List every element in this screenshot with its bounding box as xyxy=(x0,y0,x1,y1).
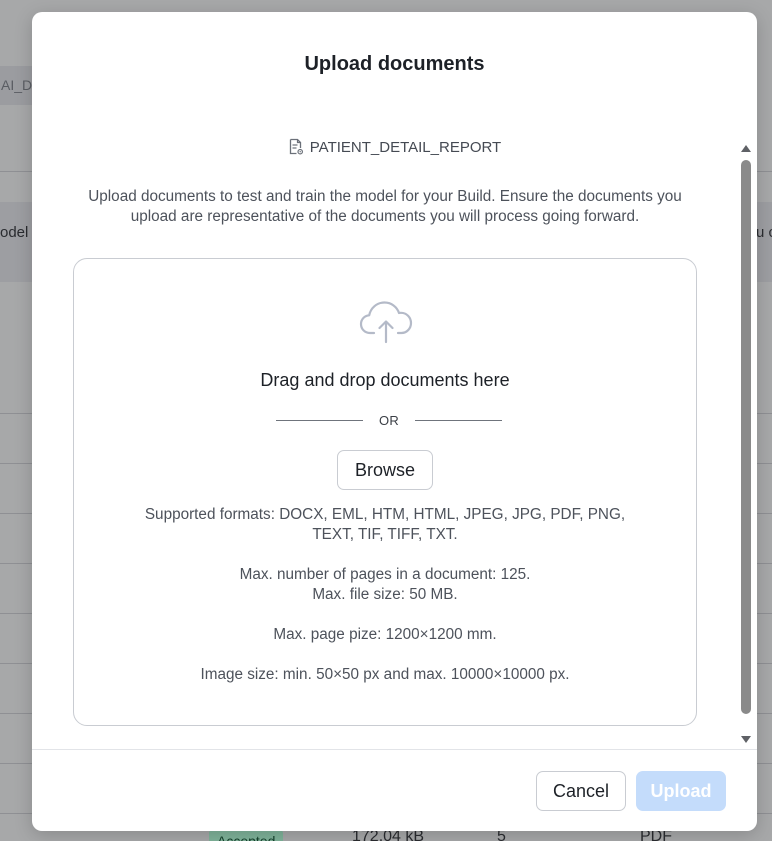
browse-button[interactable]: Browse xyxy=(337,450,433,490)
separator-line xyxy=(276,419,363,421)
cancel-button[interactable]: Cancel xyxy=(536,771,626,811)
footer-divider xyxy=(32,749,757,750)
max-page-size-text: Max. page pize: 1200×1200 mm. xyxy=(273,626,497,643)
background-row-text: odel xyxy=(0,224,29,241)
drop-zone[interactable]: Drag and drop documents here OR Browse S… xyxy=(73,258,697,726)
max-file-size-text: Max. file size: 50 MB. xyxy=(312,586,458,603)
background-row-text-right: u c xyxy=(756,224,772,241)
dialog-title: Upload documents xyxy=(304,53,485,75)
limits-text: Max. number of pages in a document: 125.… xyxy=(134,565,636,605)
upload-button[interactable]: Upload xyxy=(636,771,726,811)
scroll-down-arrow-icon[interactable] xyxy=(740,734,752,746)
drop-zone-title: Drag and drop documents here xyxy=(260,370,510,390)
separator-line xyxy=(414,419,502,421)
status-badge: Accepted xyxy=(209,830,284,841)
cloud-upload-icon xyxy=(359,301,413,344)
upload-documents-dialog: Upload documents PATIENT_DETAIL_REPORT U… xyxy=(32,12,757,831)
build-name: PATIENT_DETAIL_REPORT xyxy=(32,138,757,156)
or-label: OR xyxy=(378,412,400,428)
scroll-up-arrow-icon[interactable] xyxy=(740,142,752,154)
image-size-text: Image size: min. 50×50 px and max. 10000… xyxy=(200,666,570,683)
build-name-label: PATIENT_DETAIL_REPORT xyxy=(309,138,502,156)
or-separator: OR xyxy=(276,412,502,428)
max-pages-text: Max. number of pages in a document: 125. xyxy=(239,566,531,583)
dialog-description: Upload documents to test and train the m… xyxy=(88,188,682,225)
scrollbar-thumb[interactable] xyxy=(741,160,751,714)
supported-formats-text: Supported formats: DOCX, EML, HTM, HTML,… xyxy=(144,506,626,543)
document-settings-icon xyxy=(288,138,304,156)
